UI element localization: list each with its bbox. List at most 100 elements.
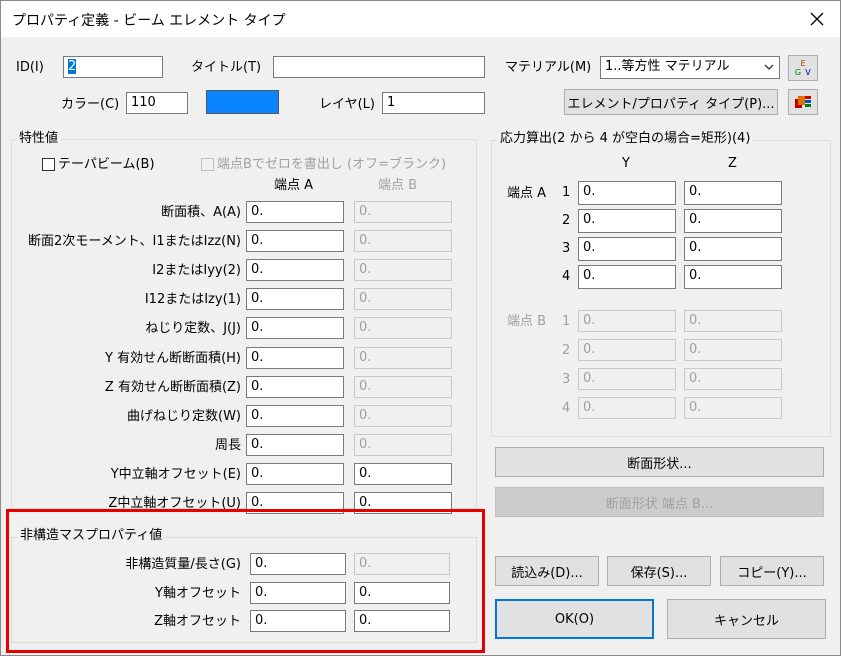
stress-end-a-y-input[interactable]: 0. bbox=[578, 237, 676, 261]
stress-end-a-z-input[interactable]: 0. bbox=[684, 209, 782, 233]
stress-end-b-point-number: 1 bbox=[562, 314, 571, 329]
property-end-a-input[interactable]: 0. bbox=[246, 434, 344, 456]
property-label: ねじり定数、J(J) bbox=[145, 321, 241, 336]
stress-end-b-y-input[interactable]: 0. bbox=[578, 339, 676, 361]
layer-input[interactable]: 1 bbox=[382, 92, 485, 114]
title-label: タイトル(T) bbox=[191, 60, 262, 75]
property-label: Z 有効せん断断面積(Z) bbox=[104, 380, 241, 395]
taper-beam-checkbox[interactable] bbox=[42, 158, 55, 171]
property-end-b-input[interactable]: 0. bbox=[354, 405, 452, 427]
material-value: 1..等方性 マテリアル bbox=[605, 59, 730, 74]
close-icon bbox=[810, 12, 824, 26]
write-zero-checkbox[interactable] bbox=[201, 158, 214, 171]
property-end-a-input[interactable]: 0. bbox=[246, 317, 344, 339]
element-property-type-button[interactable]: エレメント/プロパティ タイプ(P)... bbox=[564, 89, 778, 115]
stress-end-a-z-input[interactable]: 0. bbox=[684, 237, 782, 261]
property-label: 断面2次モーメント、I1またはIzz(N) bbox=[28, 234, 241, 249]
property-end-a-input[interactable]: 0. bbox=[246, 376, 344, 398]
material-icon: E G V bbox=[795, 59, 811, 77]
property-end-b-input[interactable]: 0. bbox=[354, 434, 452, 456]
property-end-b-input[interactable]: 0. bbox=[354, 259, 452, 281]
stress-recovery-group-title: 応力算出(2 から 4 が空白の場合=矩形)(4) bbox=[497, 131, 754, 147]
property-end-a-input[interactable]: 0. bbox=[246, 259, 344, 281]
stress-end-b-y-input[interactable]: 0. bbox=[578, 397, 676, 419]
stress-end-b-y-input[interactable]: 0. bbox=[578, 310, 676, 332]
end-a-column-header: 端点 A bbox=[274, 178, 314, 193]
color-label: カラー(C) bbox=[61, 97, 120, 112]
property-end-a-input[interactable]: 0. bbox=[246, 463, 344, 485]
material-select[interactable]: 1..等方性 マテリアル bbox=[600, 56, 780, 79]
stress-end-b-point-number: 2 bbox=[562, 343, 571, 358]
layer-label: レイヤ(L) bbox=[319, 97, 375, 112]
stress-end-b-point-number: 3 bbox=[562, 372, 571, 387]
property-end-a-input[interactable]: 0. bbox=[246, 201, 344, 223]
ok-button[interactable]: OK(O) bbox=[495, 599, 654, 639]
stress-end-b-point-number: 4 bbox=[562, 401, 571, 416]
stress-end-b-label: 端点 B bbox=[507, 314, 547, 329]
id-input[interactable]: 2 bbox=[63, 56, 163, 78]
save-button[interactable]: 保存(S)... bbox=[607, 556, 711, 586]
highlight-frame bbox=[6, 509, 485, 653]
stress-y-header: Y bbox=[622, 156, 630, 171]
stress-end-a-y-input[interactable]: 0. bbox=[578, 265, 676, 289]
property-dialog: プロパティ定義 - ビーム エレメント タイプ ID(I) 2 タイトル(T) … bbox=[0, 0, 841, 656]
stress-end-b-z-input[interactable]: 0. bbox=[684, 310, 782, 332]
stress-z-header: Z bbox=[728, 156, 737, 171]
material-label: マテリアル(M) bbox=[505, 60, 592, 75]
property-label: Y 有効せん断断面積(H) bbox=[105, 351, 241, 366]
stress-end-a-point-number: 2 bbox=[562, 213, 571, 228]
property-label: 曲げねじり定数(W) bbox=[127, 409, 241, 424]
stress-end-a-point-number: 4 bbox=[562, 269, 571, 284]
property-end-b-input[interactable]: 0. bbox=[354, 230, 452, 252]
title-bar: プロパティ定義 - ビーム エレメント タイプ bbox=[1, 1, 840, 37]
svg-text:E: E bbox=[800, 59, 805, 68]
close-button[interactable] bbox=[794, 1, 840, 37]
stress-end-a-y-input[interactable]: 0. bbox=[578, 209, 676, 233]
load-button[interactable]: 読込み(D)... bbox=[495, 556, 599, 586]
id-label: ID(I) bbox=[16, 60, 44, 75]
stress-end-a-y-input[interactable]: 0. bbox=[578, 181, 676, 205]
layer-manager-button[interactable] bbox=[788, 89, 818, 115]
property-label: 断面積、A(A) bbox=[161, 205, 241, 220]
stress-end-a-z-input[interactable]: 0. bbox=[684, 181, 782, 205]
properties-group-title: 特性値 bbox=[16, 131, 62, 147]
property-end-a-input[interactable]: 0. bbox=[246, 230, 344, 252]
stress-end-a-point-number: 3 bbox=[562, 241, 571, 256]
property-end-b-input[interactable]: 0. bbox=[354, 288, 452, 310]
section-shape-button[interactable]: 断面形状... bbox=[495, 447, 824, 477]
stress-end-a-label: 端点 A bbox=[507, 186, 547, 201]
stress-end-a-z-input[interactable]: 0. bbox=[684, 265, 782, 289]
property-end-b-input[interactable]: 0. bbox=[354, 347, 452, 369]
copy-button[interactable]: コピー(Y)... bbox=[720, 556, 824, 586]
color-swatch-button[interactable] bbox=[206, 90, 279, 114]
stress-end-a-point-number: 1 bbox=[562, 185, 571, 200]
property-end-b-input[interactable]: 0. bbox=[354, 376, 452, 398]
id-value: 2 bbox=[68, 59, 77, 74]
stress-end-b-z-input[interactable]: 0. bbox=[684, 368, 782, 390]
property-label: 周長 bbox=[214, 438, 241, 453]
svg-text:V: V bbox=[805, 68, 811, 77]
title-input[interactable] bbox=[273, 56, 485, 78]
material-editor-button[interactable]: E G V bbox=[788, 55, 818, 81]
property-end-b-input[interactable]: 0. bbox=[354, 317, 452, 339]
property-end-a-input[interactable]: 0. bbox=[246, 288, 344, 310]
end-b-column-header: 端点 B bbox=[378, 178, 418, 193]
taper-beam-label: テーパビーム(B) bbox=[58, 157, 155, 172]
property-end-b-input[interactable]: 0. bbox=[354, 463, 452, 485]
cancel-button[interactable]: キャンセル bbox=[667, 599, 826, 639]
layer-stack-icon bbox=[795, 96, 811, 108]
property-end-a-input[interactable]: 0. bbox=[246, 405, 344, 427]
property-label: I12またはIzy(1) bbox=[144, 292, 241, 307]
stress-end-b-y-input[interactable]: 0. bbox=[578, 368, 676, 390]
property-end-a-input[interactable]: 0. bbox=[246, 347, 344, 369]
svg-text:G: G bbox=[795, 68, 801, 77]
chevron-down-icon bbox=[764, 64, 774, 70]
stress-end-b-z-input[interactable]: 0. bbox=[684, 339, 782, 361]
stress-end-b-z-input[interactable]: 0. bbox=[684, 397, 782, 419]
color-input[interactable]: 110 bbox=[126, 92, 188, 114]
section-shape-end-b-button[interactable]: 断面形状 端点 B... bbox=[495, 487, 824, 517]
property-label: Y中立軸オフセット(E) bbox=[110, 467, 241, 482]
window-title: プロパティ定義 - ビーム エレメント タイプ bbox=[12, 13, 286, 29]
property-end-b-input[interactable]: 0. bbox=[354, 201, 452, 223]
property-label: I2またはIyy(2) bbox=[152, 263, 241, 278]
